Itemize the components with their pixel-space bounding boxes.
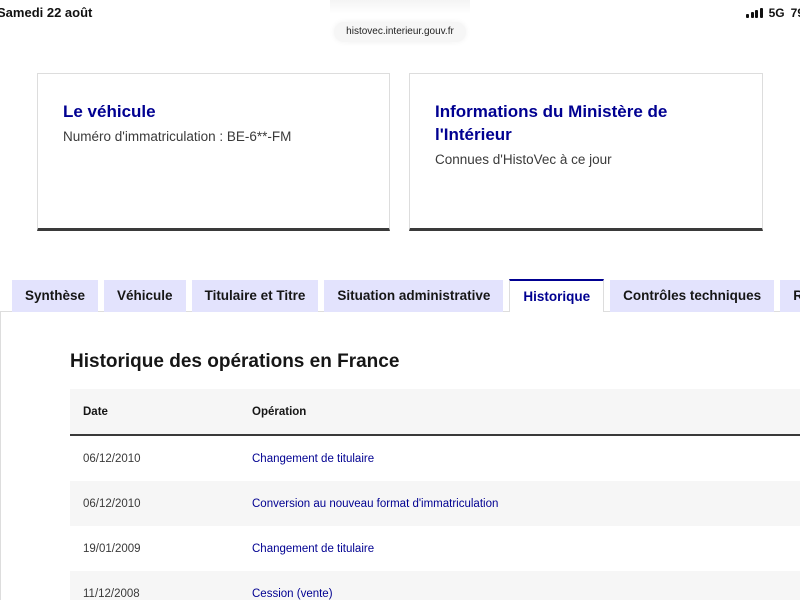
- row-operation: Cession (vente): [252, 587, 333, 600]
- row-date: 11/12/2008: [83, 587, 140, 600]
- row-date: 06/12/2010: [83, 452, 141, 465]
- ministry-card-title: Informations du Ministère de l'Intérieur: [435, 102, 668, 144]
- row-date: 19/01/2009: [83, 542, 141, 555]
- url-bar[interactable]: histovec.interieur.gouv.fr: [334, 22, 466, 42]
- signal-icon: [746, 8, 763, 18]
- history-table: Date Opération 06/12/2010 Changement de …: [70, 389, 800, 600]
- vehicle-card-title: Le véhicule: [63, 102, 156, 121]
- tab-historique[interactable]: Historique: [509, 279, 605, 312]
- row-operation: Changement de titulaire: [252, 452, 375, 465]
- table-row: 11/12/2008 Cession (vente): [70, 571, 800, 600]
- row-operation: Conversion au nouveau format d'immatricu…: [252, 497, 499, 510]
- table-row: 06/12/2010 Conversion au nouveau format …: [70, 481, 800, 526]
- network-label: 5G: [768, 6, 785, 20]
- ministry-card: Informations du Ministère de l'Intérieur…: [409, 73, 763, 231]
- ministry-card-subtitle: Connues d'HistoVec à ce jour: [435, 152, 612, 167]
- address-bar-ghost: [330, 0, 470, 14]
- history-title: Historique des opérations en France: [70, 351, 400, 372]
- table-header: Date Opération: [70, 389, 800, 436]
- status-date: Samedi 22 août: [0, 5, 93, 20]
- tab-titulaire-titre[interactable]: Titulaire et Titre: [191, 280, 319, 312]
- status-indicators: 5G 79: [746, 6, 800, 20]
- registration-number: Numéro d'immatriculation : BE-6**-FM: [63, 129, 292, 144]
- table-row: 19/01/2009 Changement de titulaire: [70, 526, 800, 571]
- tab-vehicule[interactable]: Véhicule: [104, 280, 186, 312]
- battery-level: 79: [790, 6, 800, 20]
- tab-controles-techniques[interactable]: Contrôles techniques: [610, 280, 775, 312]
- tab-list: Synthèse Véhicule Titulaire et Titre Sit…: [12, 279, 800, 312]
- tab-synthese[interactable]: Synthèse: [12, 280, 99, 312]
- column-header-operation: Opération: [252, 405, 307, 418]
- tab-rapport[interactable]: Rapport: [780, 280, 800, 312]
- page: Samedi 22 août 5G 79 histovec.interieur.…: [0, 0, 800, 600]
- tab-situation-administrative[interactable]: Situation administrative: [324, 280, 504, 312]
- tab-panel-edge: [0, 311, 1, 600]
- row-operation: Changement de titulaire: [252, 542, 375, 555]
- table-row: 06/12/2010 Changement de titulaire: [70, 436, 800, 481]
- vehicle-card: Le véhicule Numéro d'immatriculation : B…: [37, 73, 390, 231]
- row-date: 06/12/2010: [83, 497, 141, 510]
- column-header-date: Date: [83, 405, 108, 418]
